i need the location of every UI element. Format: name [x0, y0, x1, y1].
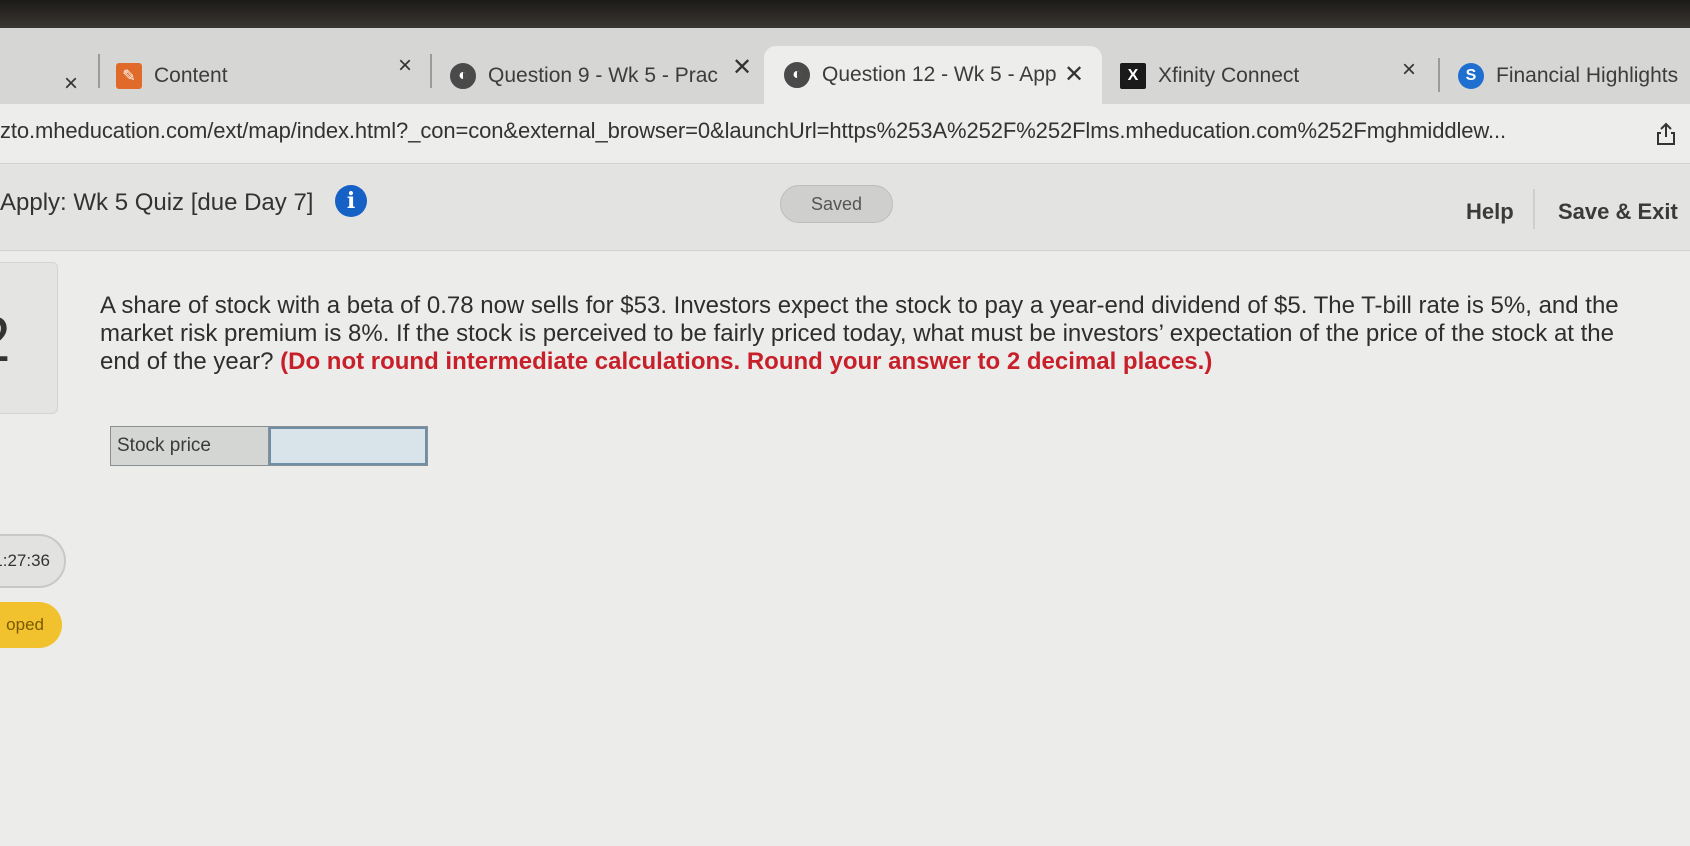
stock-price-label: Stock price: [111, 427, 269, 465]
xfinity-icon: X: [1120, 63, 1146, 89]
globe-icon: ◐: [784, 62, 810, 88]
tab-content[interactable]: ✎ Content: [116, 48, 386, 104]
tab-close-icon[interactable]: ×: [64, 72, 78, 96]
saved-status-badge: Saved: [780, 185, 893, 223]
globe-icon: ◐: [450, 63, 476, 89]
header-divider: [1533, 189, 1535, 229]
tab-separator: [1438, 58, 1440, 92]
tab-title: Content: [154, 64, 228, 87]
tab-title: Question 9 - Wk 5 - Prac: [488, 64, 718, 87]
tab-close-icon[interactable]: ×: [398, 54, 412, 78]
answer-row: Stock price: [110, 426, 428, 466]
info-icon[interactable]: i: [335, 185, 367, 217]
question-number-box: 2: [0, 262, 58, 414]
tab-close-icon[interactable]: ×: [1402, 58, 1416, 82]
tab-financial-highlights[interactable]: S Financial Highlights: [1458, 48, 1690, 104]
question-content: 2 A share of stock with a beta of 0.78 n…: [0, 252, 1690, 846]
tab-title: Xfinity Connect: [1158, 64, 1300, 87]
browser-tab-strip: × ✎ Content × ◐ Question 9 - Wk 5 - Prac…: [0, 28, 1690, 104]
save-exit-button[interactable]: Save & Exit: [1558, 199, 1678, 225]
tab-close-icon[interactable]: ✕: [732, 56, 752, 80]
tab-question-9[interactable]: ◐ Question 9 - Wk 5 - Prac: [450, 48, 720, 104]
tab-close-icon[interactable]: ✕: [1064, 60, 1084, 89]
question-number: 2: [0, 307, 11, 371]
share-icon[interactable]: [1656, 122, 1676, 146]
timer-badge: 1:27:36: [0, 534, 66, 588]
monitor-bezel: [0, 0, 1690, 28]
question-instruction: (Do not round intermediate calculations.…: [280, 348, 1213, 375]
stock-price-input[interactable]: [269, 427, 427, 465]
quiz-title: Apply: Wk 5 Quiz [due Day 7]: [0, 189, 314, 216]
help-button[interactable]: Help: [1466, 199, 1514, 225]
tab-separator: [430, 54, 432, 88]
status-badge[interactable]: oped: [0, 602, 62, 648]
question-text: A share of stock with a beta of 0.78 now…: [100, 292, 1620, 376]
tab-xfinity-connect[interactable]: X Xfinity Connect: [1120, 48, 1400, 104]
quiz-header: Apply: Wk 5 Quiz [due Day 7] i Saved Hel…: [0, 165, 1690, 251]
tab-separator: [98, 54, 100, 88]
s-icon: S: [1458, 63, 1484, 89]
tab-question-12[interactable]: ◐ Question 12 - Wk 5 - App ✕: [764, 46, 1102, 104]
address-bar[interactable]: zto.mheducation.com/ext/map/index.html?_…: [0, 104, 1690, 164]
url-text[interactable]: zto.mheducation.com/ext/map/index.html?_…: [0, 118, 1506, 144]
tab-title: Financial Highlights: [1496, 64, 1679, 87]
tab-title: Question 12 - Wk 5 - App: [822, 63, 1057, 86]
content-icon: ✎: [116, 63, 142, 89]
